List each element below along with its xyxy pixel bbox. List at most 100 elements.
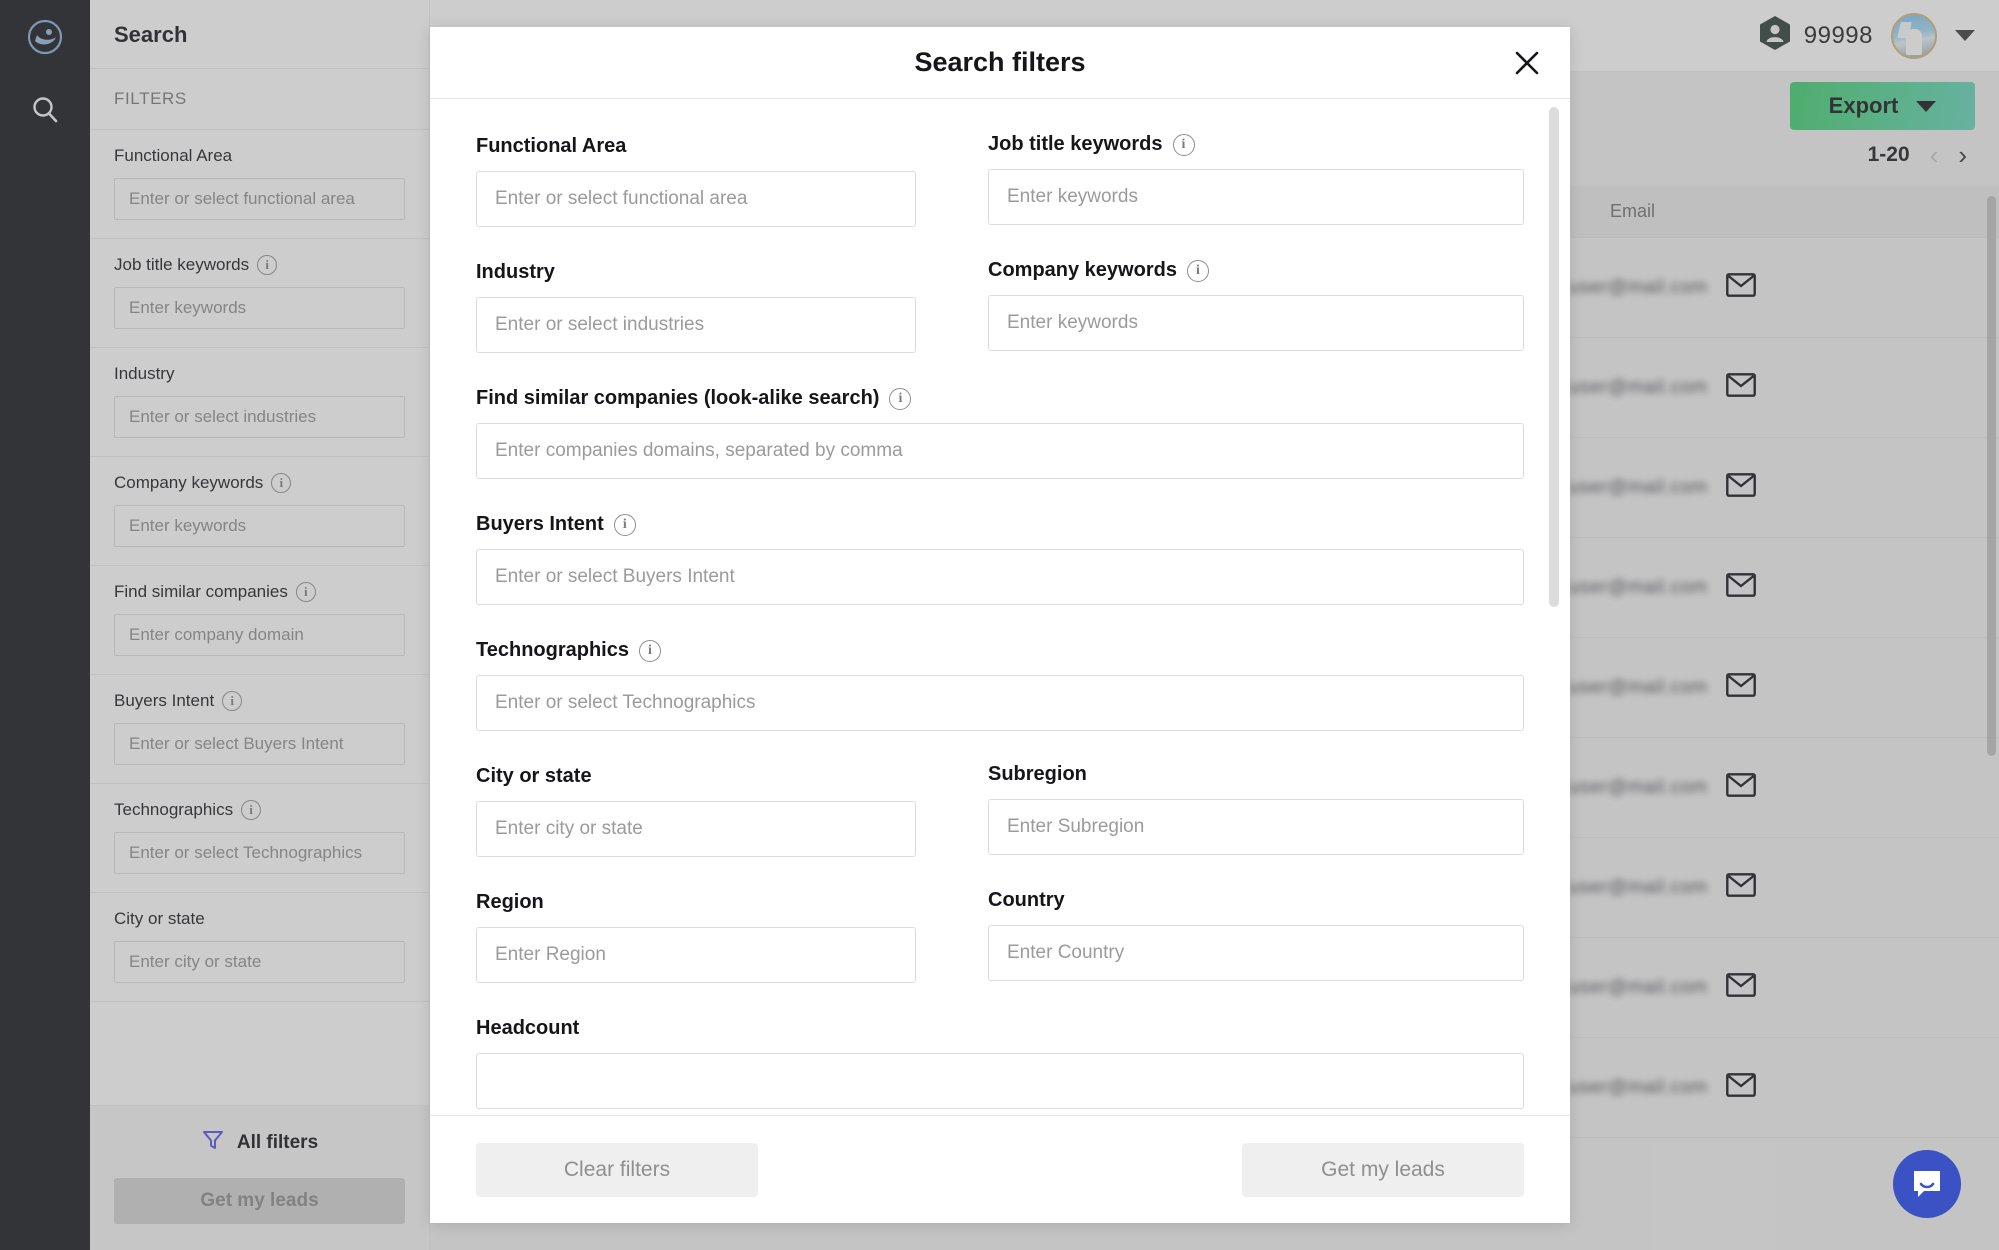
envelope-icon[interactable] (1725, 673, 1756, 702)
sidebar-filter-group: Company keywords i Enter keywords (90, 457, 429, 566)
info-icon[interactable]: i (889, 387, 912, 410)
get-my-leads-button[interactable]: Get my leads (1242, 1142, 1524, 1197)
info-icon[interactable]: i (241, 800, 262, 820)
email-value: user@mail.com (1569, 476, 1708, 498)
filters-sidebar: Search FILTERS Functional Area Enter or s… (90, 0, 430, 1250)
look-alike-input[interactable]: Enter companies domains, separated by co… (476, 423, 1524, 479)
field-label: Job title keywords i (988, 133, 1524, 156)
chevron-down-icon[interactable] (1955, 30, 1975, 41)
sidebar-filter-group: Technographics i Enter or select Technogra… (90, 784, 429, 893)
results-scrollbar[interactable] (1987, 196, 1996, 756)
field-label: Find similar companies (look-alike searc… (476, 387, 1524, 410)
credits-count: 99998 (1803, 21, 1873, 49)
sidebar-footer: All filters Get my leads (90, 1105, 429, 1250)
field-job-title-keywords: Job title keywords i Enter keywords (988, 133, 1524, 227)
email-cell: user@mail.com (1569, 473, 1999, 502)
company-keywords-input[interactable]: Enter keywords (988, 295, 1524, 351)
job-title-keywords-input[interactable]: Enter keywords (988, 169, 1524, 225)
country-input[interactable]: Enter Country (988, 925, 1524, 981)
modal-title: Search filters (914, 47, 1086, 77)
headcount-input[interactable] (476, 1053, 1524, 1109)
sidebar-filter-group: Industry Enter or select industries (90, 348, 429, 457)
sidebar-filter-label: Functional Area (114, 146, 233, 165)
sidebar-filter-group: City or state Enter city or state (90, 893, 429, 1002)
field-buyers-intent: Buyers Intent i Enter or select Buyers I… (476, 513, 1524, 605)
sidebar-filter-input[interactable]: Enter or select industries (114, 396, 405, 438)
field-functional-area: Functional Area Enter or select function… (476, 135, 916, 227)
export-button[interactable]: Export (1790, 82, 1975, 130)
intercom-chat-icon[interactable] (1893, 1150, 1961, 1218)
envelope-icon[interactable] (1725, 873, 1756, 902)
technographics-input[interactable]: Enter or select Technographics (476, 675, 1524, 731)
icon-rail (0, 0, 90, 1250)
sidebar-filter-group: Buyers Intent i Enter or select Buyers Int… (90, 675, 429, 784)
region-input[interactable]: Enter Region (476, 927, 916, 983)
field-label: Functional Area (476, 135, 627, 157)
field-look-alike: Find similar companies (look-alike searc… (476, 387, 1524, 479)
info-icon[interactable]: i (1186, 259, 1209, 282)
info-icon[interactable]: i (1172, 133, 1195, 156)
email-cell: user@mail.com (1569, 273, 1999, 302)
chevron-down-icon (1916, 100, 1937, 112)
email-value: user@mail.com (1569, 776, 1708, 798)
sidebar-filter-group: Find similar companies i Enter company dom… (90, 566, 429, 675)
info-icon[interactable]: i (613, 513, 636, 536)
page-title: Search (90, 0, 429, 69)
field-label: Region (476, 891, 544, 913)
info-icon[interactable]: i (295, 582, 316, 602)
industry-input[interactable]: Enter or select industries (476, 297, 916, 353)
logo-circle-icon[interactable] (22, 14, 68, 60)
avatar[interactable] (1891, 12, 1937, 59)
field-label: Company keywords i (988, 259, 1524, 282)
envelope-icon[interactable] (1725, 573, 1756, 602)
info-icon[interactable]: i (271, 473, 292, 493)
sidebar-filter-input[interactable]: Enter keywords (114, 287, 405, 329)
email-cell: user@mail.com (1569, 1073, 1999, 1102)
clear-filters-button[interactable]: Clear filters (476, 1142, 758, 1197)
field-city-or-state: City or state Enter city or state (476, 765, 916, 857)
envelope-icon[interactable] (1725, 373, 1756, 402)
sidebar-filter-input[interactable]: Enter or select Technographics (114, 832, 405, 874)
search-icon[interactable] (23, 88, 67, 132)
email-cell: user@mail.com (1569, 673, 1999, 702)
sidebar-filter-input[interactable]: Enter company domain (114, 614, 405, 656)
sidebar-filter-input[interactable]: Enter or select functional area (114, 178, 405, 220)
email-cell: user@mail.com (1569, 873, 1999, 902)
info-icon[interactable]: i (639, 639, 661, 662)
city-or-state-input[interactable]: Enter city or state (476, 801, 916, 857)
sidebar-filter-input[interactable]: Enter keywords (114, 505, 405, 547)
email-cell: user@mail.com (1569, 773, 1999, 802)
sidebar-filter-input[interactable]: Enter or select Buyers Intent (114, 723, 405, 765)
modal-scrollbar[interactable] (1549, 107, 1559, 607)
page-range: 1-20 (1867, 143, 1910, 166)
field-company-keywords: Company keywords i Enter keywords (988, 259, 1524, 353)
funnel-icon (201, 1128, 225, 1158)
email-value: user@mail.com (1569, 376, 1708, 398)
chevron-left-icon[interactable]: ‹ (1930, 142, 1939, 168)
envelope-icon[interactable] (1725, 773, 1756, 802)
envelope-icon[interactable] (1725, 273, 1756, 302)
chevron-right-icon[interactable]: › (1958, 142, 1967, 168)
email-cell: user@mail.com (1569, 973, 1999, 1002)
modal-header: Search filters (430, 27, 1570, 99)
buyers-intent-input[interactable]: Enter or select Buyers Intent (476, 549, 1524, 605)
info-icon[interactable]: i (257, 255, 278, 275)
sidebar-filter-label: Buyers Intent i (114, 691, 405, 711)
field-country: Country Enter Country (988, 889, 1524, 983)
sidebar-get-my-leads-button[interactable]: Get my leads (114, 1178, 405, 1224)
envelope-icon[interactable] (1725, 473, 1756, 502)
filters-section-label: FILTERS (90, 69, 429, 130)
info-icon[interactable]: i (222, 691, 243, 711)
user-hexagon-icon (1758, 15, 1792, 56)
all-filters-button[interactable]: All filters (114, 1128, 405, 1158)
email-value: user@mail.com (1569, 576, 1708, 598)
close-icon[interactable] (1510, 46, 1544, 80)
field-industry: Industry Enter or select industries (476, 261, 916, 353)
subregion-input[interactable]: Enter Subregion (988, 799, 1524, 855)
functional-area-input[interactable]: Enter or select functional area (476, 171, 916, 227)
email-cell: user@mail.com (1569, 573, 1999, 602)
field-technographics: Technographics i Enter or select Technog… (476, 639, 1524, 731)
envelope-icon[interactable] (1725, 973, 1756, 1002)
envelope-icon[interactable] (1725, 1073, 1756, 1102)
sidebar-filter-input[interactable]: Enter city or state (114, 941, 405, 983)
